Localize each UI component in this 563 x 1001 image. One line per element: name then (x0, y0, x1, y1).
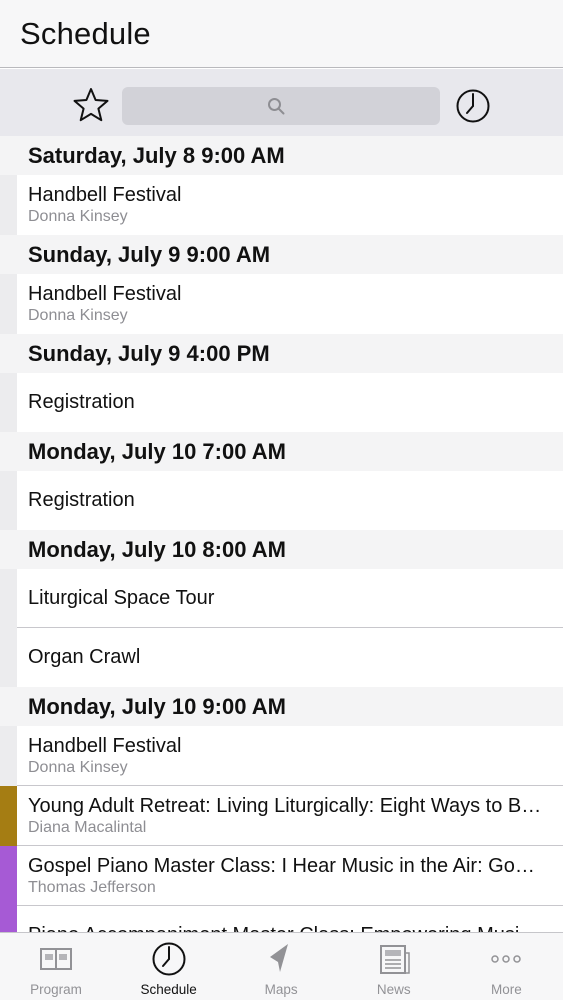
schedule-event-row[interactable]: Piano Accompaniment Master Class: Empowe… (0, 906, 563, 932)
section-header-label: Monday, July 10 9:00 AM (28, 694, 286, 719)
tab-program[interactable]: Program (0, 933, 112, 1001)
schedule-event-row[interactable]: Registration (0, 471, 563, 530)
section-header: Monday, July 10 9:00 AM (0, 687, 563, 726)
tab-label: More (491, 982, 522, 997)
section-header-label: Sunday, July 9 4:00 PM (28, 341, 270, 366)
event-presenter: Thomas Jefferson (28, 879, 156, 896)
track-color-bar (0, 569, 17, 628)
schedule-event-row[interactable]: Handbell Festival Donna Kinsey (0, 726, 563, 786)
event-title: Handbell Festival (28, 283, 182, 305)
star-icon (73, 88, 109, 122)
page-title: Schedule (20, 16, 151, 51)
schedule-event-row[interactable]: Gospel Piano Master Class: I Hear Music … (0, 846, 563, 906)
schedule-event-row[interactable]: Registration (0, 373, 563, 432)
track-color-bar (0, 786, 17, 846)
schedule-event-row[interactable]: Young Adult Retreat: Living Liturgically… (0, 786, 563, 846)
tab-more[interactable]: More (450, 933, 562, 1001)
section-header: Sunday, July 9 4:00 PM (0, 334, 563, 373)
event-title: Handbell Festival (28, 184, 182, 206)
section-header-label: Saturday, July 8 9:00 AM (28, 143, 285, 168)
schedule-event-row[interactable]: Organ Crawl (0, 628, 563, 687)
program-icon (38, 941, 74, 977)
section-header-label: Sunday, July 9 9:00 AM (28, 242, 271, 267)
tab-bar: Program Schedule Maps News More (0, 932, 563, 1000)
clock-icon (456, 89, 490, 123)
track-color-bar (0, 906, 17, 932)
tab-label: News (376, 982, 411, 997)
time-filter-button[interactable] (455, 88, 491, 124)
track-color-bar (0, 274, 17, 334)
section-header-label: Monday, July 10 7:00 AM (28, 439, 286, 464)
section-header: Sunday, July 9 9:00 AM (0, 235, 563, 274)
navigation-bar: Schedule (0, 0, 563, 68)
section-header-label: Monday, July 10 8:00 AM (28, 537, 286, 562)
section-header: Monday, July 10 7:00 AM (0, 432, 563, 471)
search-field[interactable] (122, 87, 440, 125)
event-presenter: Donna Kinsey (28, 307, 128, 324)
track-color-bar (0, 471, 17, 530)
tab-label: Schedule (140, 982, 197, 997)
tab-maps[interactable]: Maps (225, 933, 337, 1001)
event-title: Registration (28, 391, 135, 413)
event-presenter: Donna Kinsey (28, 208, 128, 225)
event-title: Organ Crawl (28, 646, 141, 668)
event-presenter: Diana Macalintal (28, 819, 147, 836)
event-title: Registration (28, 489, 135, 511)
section-header: Saturday, July 8 9:00 AM (0, 136, 563, 175)
tab-schedule[interactable]: Schedule (113, 933, 225, 1001)
filter-toolbar (0, 69, 563, 136)
section-header: Monday, July 10 8:00 AM (0, 530, 563, 569)
more-dots-icon (488, 941, 524, 977)
location-arrow-icon (263, 941, 299, 977)
favorites-star-button[interactable] (72, 87, 110, 123)
event-presenter: Donna Kinsey (28, 759, 128, 776)
track-color-bar (0, 175, 17, 235)
tab-label: Maps (264, 982, 298, 997)
schedule-event-row[interactable]: Handbell Festival Donna Kinsey (0, 274, 563, 334)
event-title: Liturgical Space Tour (28, 587, 215, 609)
search-input[interactable] (122, 87, 440, 125)
track-color-bar (0, 846, 17, 906)
track-color-bar (0, 726, 17, 786)
tab-news[interactable]: News (338, 933, 450, 1001)
event-title: Gospel Piano Master Class: I Hear Music … (28, 855, 535, 877)
schedule-list[interactable]: Saturday, July 8 9:00 AM Handbell Festiva… (0, 136, 563, 932)
event-title: Young Adult Retreat: Living Liturgically… (28, 795, 542, 817)
newspaper-icon (376, 941, 412, 977)
schedule-event-row[interactable]: Liturgical Space Tour (0, 569, 563, 628)
clock-icon (151, 941, 187, 977)
event-title: Handbell Festival (28, 735, 182, 757)
tab-label: Program (30, 982, 82, 997)
event-title: Piano Accompaniment Master Class: Empowe… (28, 924, 539, 932)
track-color-bar (0, 628, 17, 687)
track-color-bar (0, 373, 17, 432)
schedule-event-row[interactable]: Handbell Festival Donna Kinsey (0, 175, 563, 235)
